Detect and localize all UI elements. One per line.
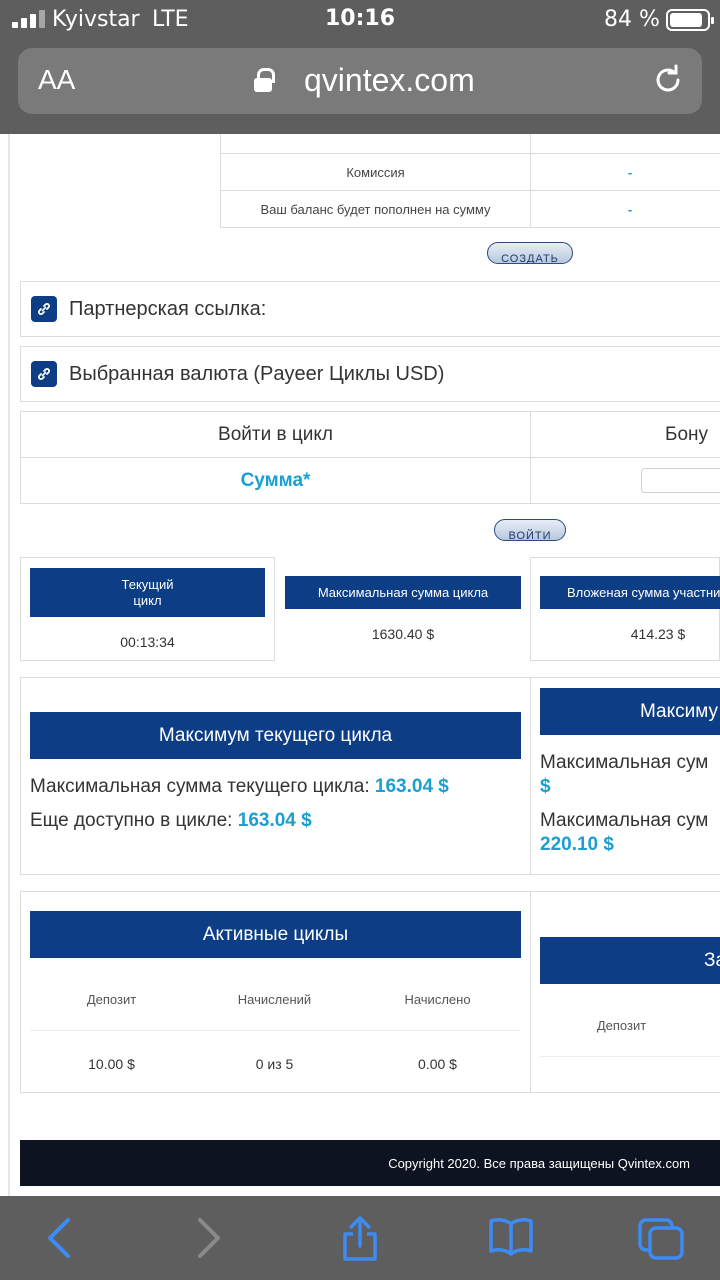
bonus-header: Бону [530,411,720,458]
active-cycles-title: Активные циклы [30,911,521,958]
currency-row[interactable]: Выбранная валюта (Payeer Циклы USD) [20,346,720,402]
table-row-accruals: 0 из 5 [255,1056,294,1072]
create-button[interactable]: СОЗДАТЬ [487,242,573,264]
text-size-button[interactable]: AA [38,64,75,96]
current-cycle-label: Текущий цикл [30,568,265,617]
page-footer: Copyright 2020. Все права защищены Qvint… [20,1140,720,1186]
web-page: Комиссия - Ваш баланс будет пополнен на … [0,134,720,1196]
browser-top-bar: Kyivstar LTE 10:16 84 % AA qvintex.com [0,0,720,134]
copyright-text: Copyright 2020. Все права защищены Qvint… [388,1155,690,1171]
reload-icon[interactable] [652,64,684,96]
form-row-partial [220,134,531,154]
form-input-partial[interactable] [530,134,720,154]
invested-value: 414.23 $ [630,626,686,642]
available-value: 163.04 $ [237,810,312,831]
link-icon [31,361,57,387]
browser-toolbar [0,1196,720,1280]
max-sum-label: Максимальная сумма цикла [285,576,521,609]
url-text[interactable]: qvintex.com [304,62,475,99]
back-icon[interactable] [44,1216,74,1260]
currency-label: Выбранная валюта (Payeer Циклы USD) [69,362,445,385]
col-accruals: Начислений [237,992,312,1007]
amount-label: Сумма* [20,457,531,504]
max-current-line: Максимальная сумма текущего цикла: 163.0… [30,776,449,797]
completed-col-deposit: Депозит [596,1018,647,1033]
max-sum-value: 1630.40 $ [371,626,435,642]
max-right-line1-label: Максимальная сум [540,752,709,773]
table-row-deposit: 10.00 $ [88,1056,135,1072]
forward-icon[interactable] [194,1216,224,1260]
enter-cycle-header: Войти в цикл [20,411,531,458]
battery-icon [666,9,714,31]
current-cycle-value: 00:13:34 [120,634,175,650]
completed-cycles-title: За [540,937,720,984]
commission-value: - [530,153,720,191]
status-bar: Kyivstar LTE 10:16 84 % [0,0,720,40]
table-row-accrued: 0.00 $ [418,1056,457,1072]
max-right-line2-label: Максимальная сум [540,810,709,831]
address-bar[interactable]: AA qvintex.com [18,48,702,114]
max-current-title: Максимум текущего цикла [30,712,521,759]
amount-cell [530,457,720,504]
max-current-value: 163.04 $ [374,776,449,797]
completed-cycles-panel [530,891,720,1093]
bookmarks-icon[interactable] [488,1216,534,1256]
col-accrued: Начислено [404,992,471,1007]
col-deposit: Депозит [86,992,137,1007]
lock-icon [254,68,275,92]
amount-input[interactable] [641,468,720,493]
invested-label: Вложеная сумма участни [540,576,720,609]
max-right-line2-value: 220.10 $ [540,834,614,855]
partner-link-row[interactable]: Партнерская ссылка: [20,281,720,337]
link-icon [31,296,57,322]
balance-label: Ваш баланс будет пополнен на сумму [220,190,531,228]
max-right-line1-value: $ [540,776,551,797]
share-icon[interactable] [340,1216,380,1262]
max-right-title: Максиму [540,688,720,735]
partner-link-label: Партнерская ссылка: [69,297,267,320]
balance-value: - [530,190,720,228]
tabs-icon[interactable] [636,1216,688,1262]
available-line: Еще доступно в цикле: 163.04 $ [30,810,312,831]
battery-percent: 84 % [604,7,660,32]
commission-label: Комиссия [220,153,531,191]
enter-button[interactable]: ВОЙТИ [494,519,566,541]
